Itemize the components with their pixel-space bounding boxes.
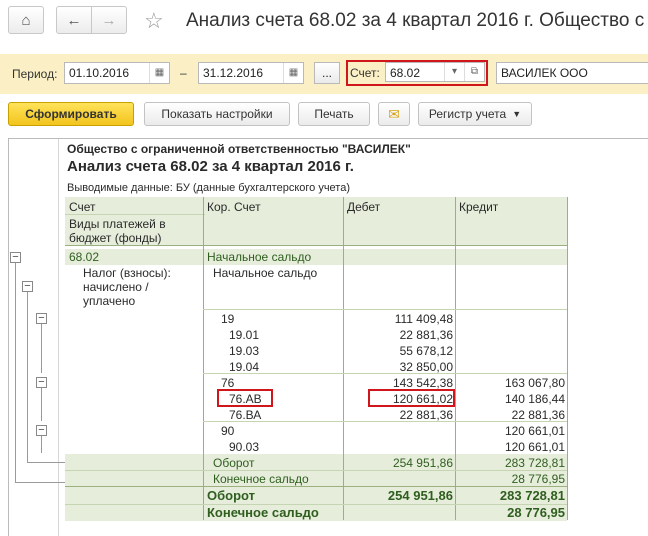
organization-field[interactable]: ВАСИЛЕК ООО bbox=[496, 62, 648, 84]
back-button[interactable]: ← bbox=[56, 6, 92, 34]
row-corr-account: 76 bbox=[221, 376, 235, 390]
total-turnover-credit: 283 728,81 bbox=[499, 488, 565, 503]
row-credit: 120 661,01 bbox=[504, 424, 565, 438]
home-icon: ⌂ bbox=[21, 11, 31, 29]
calendar-icon[interactable]: ▦ bbox=[149, 63, 169, 83]
date-from-field[interactable]: 01.10.2016 ▦ bbox=[64, 62, 170, 84]
generate-button[interactable]: Сформировать bbox=[8, 102, 134, 126]
row-divider bbox=[65, 470, 567, 471]
tree-line bbox=[41, 383, 42, 421]
total-turnover-label: Оборот bbox=[207, 488, 256, 503]
row-debit: 32 850,00 bbox=[399, 360, 453, 374]
row-corr-account: 90.03 bbox=[229, 440, 260, 454]
register-button[interactable]: Регистр учета ▼ bbox=[418, 102, 532, 126]
tree-line bbox=[27, 287, 28, 462]
parameters-bar: Период: 01.10.2016 ▦ – 31.12.2016 ▦ ... … bbox=[0, 54, 648, 94]
envelope-icon: ✉ bbox=[388, 105, 400, 122]
collapse-icon[interactable]: − bbox=[22, 281, 33, 292]
opening-label: Начальное сальдо bbox=[207, 250, 312, 264]
row-debit: 143 542,38 bbox=[392, 376, 453, 390]
row-debit: 55 678,12 bbox=[399, 344, 453, 358]
report-heading: Анализ счета 68.02 за 4 квартал 2016 г. bbox=[67, 158, 354, 175]
row-credit: 22 881,36 bbox=[511, 408, 565, 422]
page-title: Анализ счета 68.02 за 4 квартал 2016 г. … bbox=[186, 10, 648, 31]
corr-account-highlight bbox=[217, 389, 273, 407]
collapse-icon[interactable]: − bbox=[10, 252, 21, 263]
open-icon[interactable]: ⧉ bbox=[464, 63, 484, 81]
period-label: Период: bbox=[12, 67, 58, 81]
turnover-debit: 254 951,86 bbox=[392, 456, 453, 470]
tree-line bbox=[27, 462, 65, 463]
closing-label: Конечное сальдо bbox=[213, 472, 309, 486]
collapse-icon[interactable]: − bbox=[36, 313, 47, 324]
tree-line bbox=[15, 258, 16, 482]
account-label: Счет: bbox=[350, 66, 380, 80]
header-divider bbox=[65, 214, 205, 215]
total-closing-label: Конечное сальдо bbox=[207, 505, 319, 520]
opening-label-2: Начальное сальдо bbox=[213, 266, 318, 280]
account-cell: 68.02 bbox=[69, 250, 100, 264]
period-dash: – bbox=[180, 66, 187, 80]
favorite-star-icon[interactable]: ☆ bbox=[144, 8, 164, 34]
row-corr-account: 19.03 bbox=[229, 344, 260, 358]
arrow-left-icon: ← bbox=[66, 11, 82, 29]
tax-label: Налог (взносы): начислено / уплачено bbox=[83, 266, 171, 308]
row-divider bbox=[65, 486, 567, 487]
grouping-gutter bbox=[9, 139, 59, 536]
header-payment-types: Виды платежей в бюджет (фонды) bbox=[69, 217, 166, 245]
tree-line bbox=[15, 482, 65, 483]
total-closing-credit: 28 776,95 bbox=[507, 505, 565, 520]
show-settings-button[interactable]: Показать настройки bbox=[144, 102, 290, 126]
header-corr-account: Кор. Счет bbox=[207, 200, 261, 214]
period-select-button[interactable]: ... bbox=[314, 62, 340, 84]
header-account: Счет bbox=[69, 200, 96, 214]
header-debit: Дебет bbox=[347, 200, 381, 214]
row-corr-account: 19 bbox=[221, 312, 235, 326]
home-button[interactable]: ⌂ bbox=[8, 6, 44, 34]
row-corr-account: 19.04 bbox=[229, 360, 260, 374]
arrow-right-icon: → bbox=[101, 11, 117, 29]
turnover-label: Оборот bbox=[213, 456, 255, 470]
turnover-credit: 283 728,81 bbox=[504, 456, 565, 470]
total-turnover-debit: 254 951,86 bbox=[387, 488, 453, 503]
row-credit: 120 661,01 bbox=[504, 440, 565, 454]
collapse-icon[interactable]: − bbox=[36, 425, 47, 436]
report-output: Выводимые данные: БУ (данные бухгалтерск… bbox=[67, 182, 350, 194]
date-to-field[interactable]: 31.12.2016 ▦ bbox=[198, 62, 304, 84]
header-credit: Кредит bbox=[459, 200, 499, 214]
collapse-icon[interactable]: − bbox=[36, 377, 47, 388]
calendar-icon[interactable]: ▦ bbox=[283, 63, 303, 83]
email-button[interactable]: ✉ bbox=[378, 102, 410, 126]
row-divider bbox=[65, 245, 567, 246]
dropdown-icon[interactable]: ▾ bbox=[444, 63, 464, 81]
row-debit: 22 881,36 bbox=[399, 408, 453, 422]
tree-line bbox=[41, 319, 42, 373]
row-corr-account: 76.ВА bbox=[229, 408, 262, 422]
row-corr-account: 90 bbox=[221, 424, 235, 438]
row-corr-account: 19.01 bbox=[229, 328, 260, 342]
col-divider bbox=[567, 197, 568, 520]
print-button[interactable]: Печать bbox=[298, 102, 370, 126]
account-field[interactable]: 68.02 ▾ ⧉ bbox=[385, 62, 485, 82]
report-org: Общество с ограниченной ответственностью… bbox=[67, 142, 411, 156]
row-debit: 111 409,48 bbox=[394, 312, 453, 326]
row-debit: 22 881,36 bbox=[399, 328, 453, 342]
dropdown-arrow-icon: ▼ bbox=[512, 109, 522, 119]
debit-highlight bbox=[368, 389, 455, 407]
report-area[interactable]: Общество с ограниченной ответственностью… bbox=[8, 138, 648, 536]
forward-button[interactable]: → bbox=[91, 6, 127, 34]
closing-credit: 28 776,95 bbox=[511, 472, 565, 486]
row-credit: 163 067,80 bbox=[504, 376, 565, 390]
row-credit: 140 186,44 bbox=[504, 392, 565, 406]
row-divider bbox=[203, 309, 567, 310]
subtotal-band bbox=[65, 249, 567, 265]
